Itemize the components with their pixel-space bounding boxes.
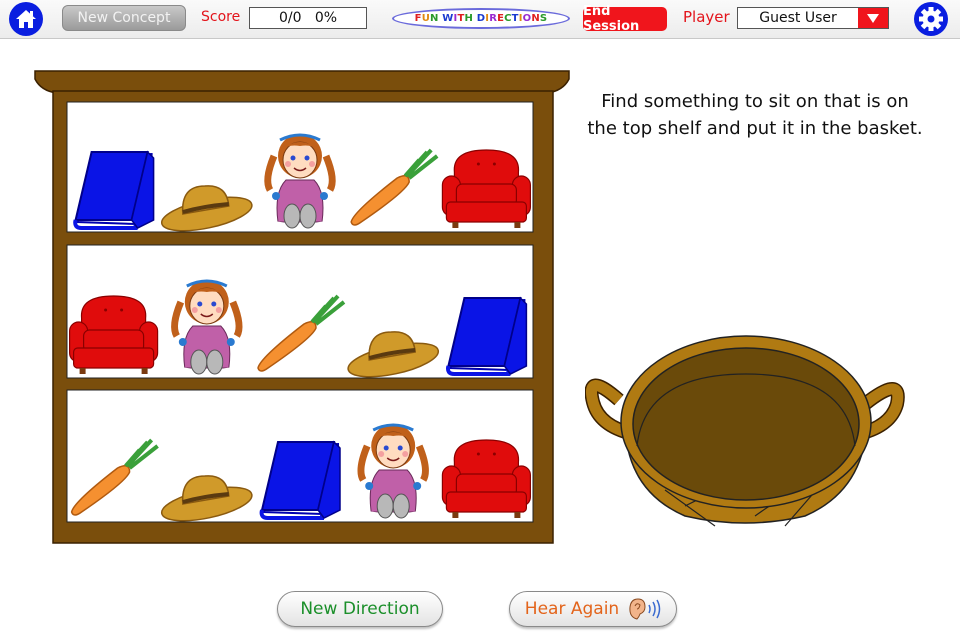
settings-button[interactable] bbox=[914, 2, 948, 36]
player-value: Guest User bbox=[759, 10, 837, 26]
app-title-letter: N bbox=[531, 13, 540, 24]
app-title: FUN WITH DIRECTIONS bbox=[392, 8, 570, 29]
ear-sound-icon bbox=[629, 598, 661, 620]
home-button[interactable] bbox=[9, 2, 43, 36]
home-icon bbox=[16, 10, 36, 28]
top-shelf-armchair[interactable] bbox=[441, 149, 532, 229]
new-direction-label: New Direction bbox=[300, 599, 420, 619]
score-label: Score bbox=[201, 9, 241, 25]
instruction-text: Find something to sit on that is on the … bbox=[587, 91, 923, 139]
app-title-letter: T bbox=[511, 13, 519, 24]
hear-again-label: Hear Again bbox=[524, 599, 620, 619]
app-title-letter: T bbox=[457, 13, 465, 24]
app-title-letter: E bbox=[497, 13, 505, 24]
hear-again-button[interactable]: Hear Again bbox=[509, 591, 677, 627]
bookshelf bbox=[34, 70, 570, 544]
app-title-letter: F bbox=[414, 13, 422, 24]
app-title-letter: R bbox=[489, 13, 498, 24]
app-title-letter: N bbox=[430, 13, 439, 24]
end-session-button[interactable]: End Session bbox=[583, 4, 667, 34]
basket-drop-target[interactable] bbox=[585, 330, 905, 530]
app-title-letter: H bbox=[464, 13, 474, 24]
new-concept-button[interactable]: New Concept bbox=[62, 5, 186, 31]
app-title-letter: O bbox=[522, 13, 532, 24]
dropdown-arrow-icon[interactable] bbox=[858, 8, 888, 28]
new-direction-button[interactable]: New Direction bbox=[277, 591, 443, 627]
app-title-letter: U bbox=[421, 13, 431, 24]
gear-icon bbox=[919, 7, 943, 31]
player-select[interactable]: Guest User bbox=[737, 7, 889, 29]
bottom-shelf-armchair[interactable] bbox=[441, 439, 532, 519]
score-value: 0/0 0% bbox=[249, 7, 367, 29]
app-title-letter: S bbox=[539, 13, 548, 24]
top-bar: New Concept Score 0/0 0% FUN WITH DIRECT… bbox=[0, 0, 960, 39]
player-label: Player bbox=[683, 8, 730, 26]
middle-shelf-armchair[interactable] bbox=[68, 295, 159, 375]
app-title-letter: C bbox=[504, 13, 512, 24]
app-title-letter: W bbox=[442, 13, 454, 24]
app-title-letter: D bbox=[476, 13, 486, 24]
